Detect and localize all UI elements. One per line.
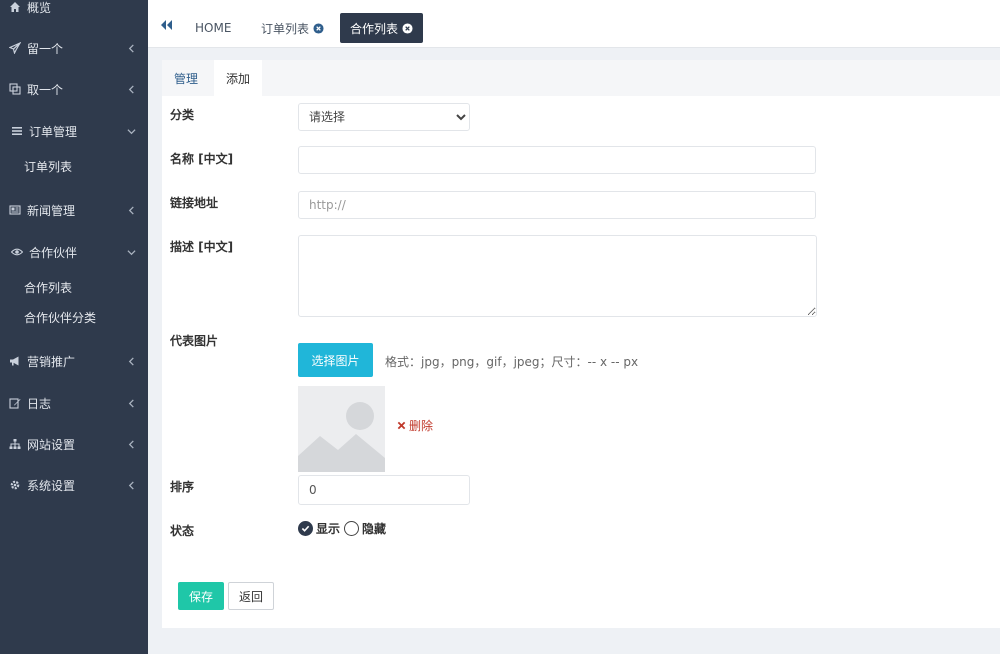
sidebar-item-label: 网站设置 xyxy=(27,437,76,452)
sidebar-item-site-settings[interactable]: 网站设置 xyxy=(0,429,148,459)
sidebar-item-label: 营销推广 xyxy=(27,354,76,369)
sidebar-item-label: 系统设置 xyxy=(27,478,76,493)
sidebar-item-leave-one[interactable]: 留一个 xyxy=(0,33,148,63)
description-textarea[interactable] xyxy=(298,235,817,317)
main-content: 管理 添加 分类 请选择 名称 [中文] 链接地址 描述 [中文] 代表图片 选… xyxy=(148,48,1000,654)
close-icon xyxy=(397,421,406,430)
sidebar-item-system-settings[interactable]: 系统设置 xyxy=(0,470,148,500)
sidebar-item-take-one[interactable]: 取一个 xyxy=(0,74,148,104)
image-format-hint: 格式：jpg，png，gif，jpeg；尺寸：-- x -- px xyxy=(385,355,639,369)
sidebar-item-label: 概览 xyxy=(27,0,52,15)
tab-partner-list[interactable]: 合作列表 xyxy=(340,13,424,43)
chevron-left-icon xyxy=(124,354,138,368)
sitemap-icon xyxy=(8,437,22,451)
back-button[interactable]: 返回 xyxy=(228,582,274,610)
status-hide-radio[interactable] xyxy=(344,520,360,536)
sidebar-item-marketing[interactable]: 营销推广 xyxy=(0,346,148,376)
bullhorn-icon xyxy=(8,354,22,368)
chevron-left-icon xyxy=(124,82,138,96)
status-show-radio[interactable] xyxy=(298,520,313,536)
sub-tabs: 管理 添加 xyxy=(162,60,1000,96)
sidebar-subitem-order-list[interactable]: 订单列表 xyxy=(0,153,148,179)
sidebar-item-news-management[interactable]: 新闻管理 xyxy=(0,195,148,225)
sidebar-item-overview[interactable]: 概览 xyxy=(0,0,148,22)
gear-icon xyxy=(8,478,22,492)
close-icon[interactable] xyxy=(402,22,413,34)
sidebar-item-label: 留一个 xyxy=(27,41,64,56)
tab-home[interactable]: HOME xyxy=(185,13,241,43)
form-footer: 保存 返回 xyxy=(162,560,1000,628)
category-select[interactable]: 请选择 xyxy=(298,103,470,131)
list-icon xyxy=(10,124,24,138)
sidebar-subitem-partner-category[interactable]: 合作伙伴分类 xyxy=(0,304,148,330)
eye-icon xyxy=(10,245,24,259)
sort-input[interactable] xyxy=(298,475,470,505)
tab-label: 订单列表 xyxy=(261,21,310,36)
chevron-left-icon xyxy=(124,437,138,451)
sidebar-item-logs[interactable]: 日志 xyxy=(0,388,148,418)
newspaper-icon xyxy=(8,203,22,217)
status-show-label: 显示 xyxy=(316,521,341,536)
save-button[interactable]: 保存 xyxy=(178,582,224,610)
category-label: 分类 xyxy=(170,108,195,122)
sidebar-item-label: 新闻管理 xyxy=(27,203,76,218)
delete-image-link[interactable]: 删除 xyxy=(397,417,433,434)
edit-icon xyxy=(8,396,22,410)
tab-label: 合作列表 xyxy=(350,21,399,36)
tab-manage[interactable]: 管理 xyxy=(162,60,210,96)
sidebar-item-label: 日志 xyxy=(27,396,52,411)
sidebar-item-label: 合作伙伴 xyxy=(29,245,78,260)
chevron-left-icon xyxy=(124,41,138,55)
sidebar-item-order-management[interactable]: 订单管理 xyxy=(0,116,148,146)
close-icon[interactable] xyxy=(313,22,324,34)
link-input[interactable] xyxy=(298,191,816,219)
image-placeholder xyxy=(298,386,385,472)
status-radio-group: 显示 隐藏 xyxy=(298,519,390,537)
chevron-left-icon xyxy=(124,396,138,410)
form-panel: 管理 添加 分类 请选择 名称 [中文] 链接地址 描述 [中文] 代表图片 选… xyxy=(162,60,1000,594)
sidebar-item-partners[interactable]: 合作伙伴 xyxy=(0,237,148,267)
status-hide-label: 隐藏 xyxy=(362,521,387,536)
tab-add[interactable]: 添加 xyxy=(214,60,263,96)
image-label: 代表图片 xyxy=(170,334,219,348)
chevron-down-icon xyxy=(124,245,138,259)
tab-bar: HOME 订单列表 合作列表 xyxy=(148,0,1000,48)
delete-label: 删除 xyxy=(409,419,434,433)
sidebar-item-label: 订单管理 xyxy=(29,124,78,139)
check-icon xyxy=(301,525,310,532)
name-label: 名称 [中文] xyxy=(170,152,234,166)
chevron-left-icon xyxy=(124,478,138,492)
sort-label: 排序 xyxy=(170,480,195,494)
image-placeholder-icon xyxy=(298,386,385,472)
chevron-down-icon xyxy=(124,124,138,138)
chevron-left-icon xyxy=(124,203,138,217)
sidebar-item-label: 取一个 xyxy=(27,82,64,97)
choose-image-button[interactable]: 选择图片 xyxy=(298,343,373,377)
send-icon xyxy=(8,41,22,55)
name-input[interactable] xyxy=(298,146,816,174)
sidebar: 概览 留一个 取一个 订单管理 订单列表 新闻管理 合作伙伴 合作列表 合作伙伴… xyxy=(0,0,148,654)
tab-label: HOME xyxy=(195,21,232,35)
sidebar-subitem-partner-list[interactable]: 合作列表 xyxy=(0,274,148,300)
collapse-sidebar-icon[interactable] xyxy=(158,18,174,32)
status-label: 状态 xyxy=(170,524,195,538)
copy-icon xyxy=(8,82,22,96)
link-label: 链接地址 xyxy=(170,196,219,210)
tab-order-list[interactable]: 订单列表 xyxy=(251,13,334,43)
home-icon xyxy=(8,0,22,14)
description-label: 描述 [中文] xyxy=(170,240,234,254)
